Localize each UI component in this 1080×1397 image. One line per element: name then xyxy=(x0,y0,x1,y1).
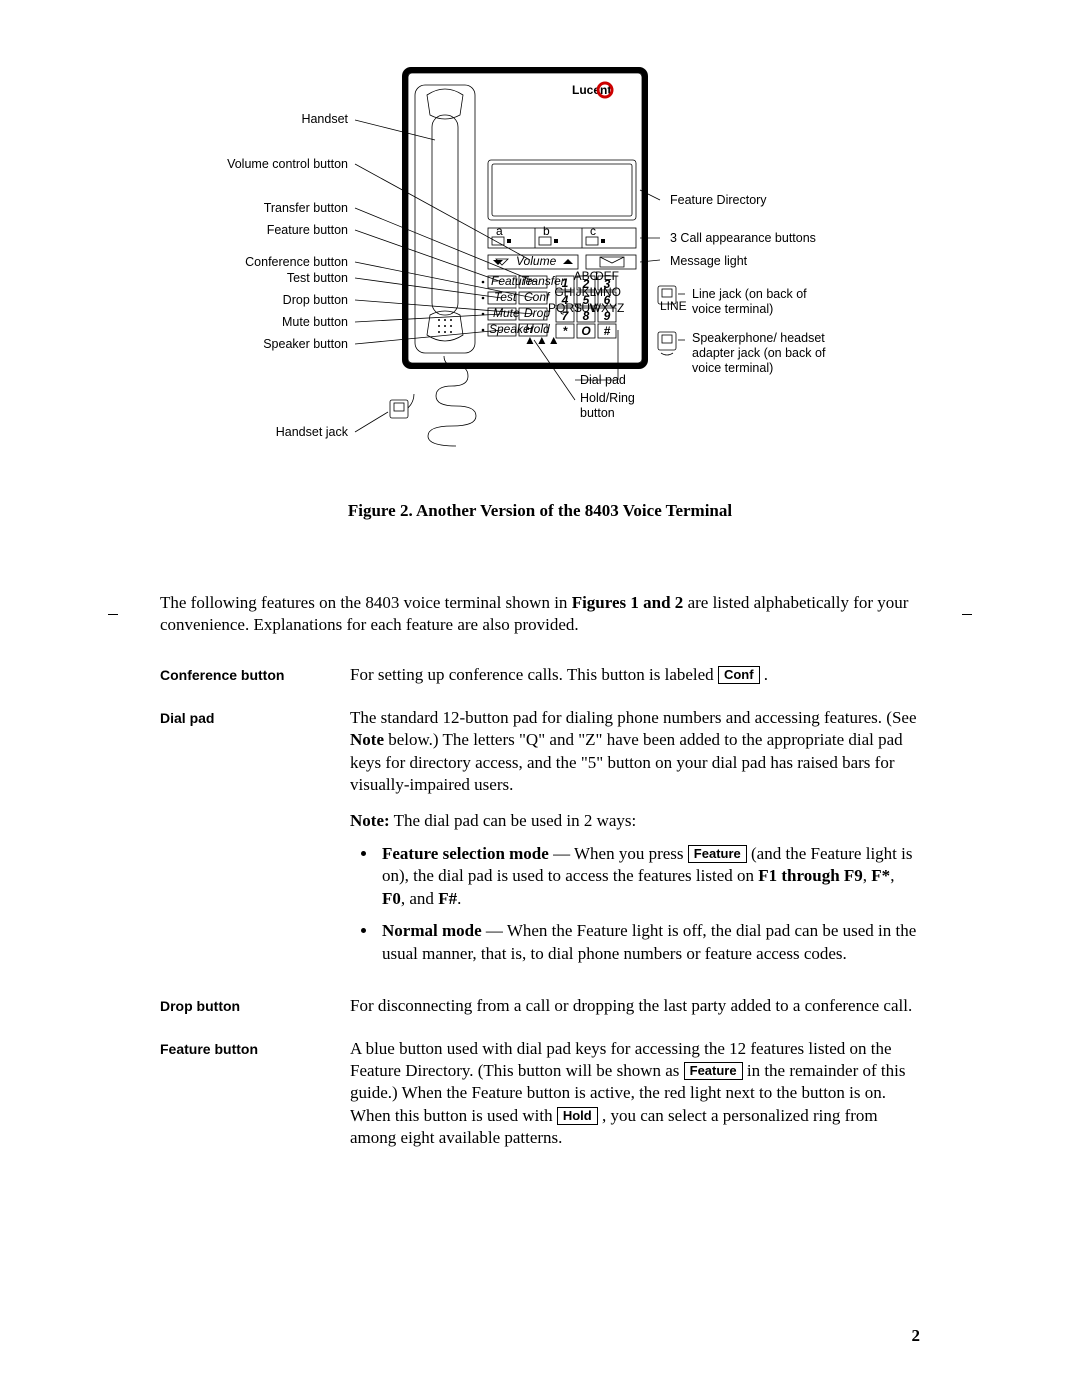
lbl-handset: Handset xyxy=(301,112,348,127)
lbl-conference: Conference button xyxy=(245,255,348,270)
figure-caption: Figure 2. Another Version of the 8403 Vo… xyxy=(160,500,920,522)
brand-text: Lucent xyxy=(572,83,611,97)
lbl-message-light: Message light xyxy=(670,254,747,269)
lbl-speaker: Speaker button xyxy=(263,337,348,352)
phone-svg: Lucent a xyxy=(180,60,900,480)
row-drop-desc: For disconnecting from a call or droppin… xyxy=(350,995,920,1017)
lbl-drop: Drop button xyxy=(283,293,348,308)
svg-text:O: O xyxy=(581,324,591,338)
svg-text:#: # xyxy=(604,324,611,338)
lbl-call-appearance: 3 Call appearance buttons xyxy=(670,231,816,246)
svg-text:LINE: LINE xyxy=(660,299,687,313)
key-feature-1: Feature xyxy=(688,845,747,863)
handset-cord xyxy=(428,356,476,446)
page-number: 2 xyxy=(912,1325,921,1347)
svg-text:8: 8 xyxy=(583,309,590,323)
row-drop-name: Drop button xyxy=(160,995,350,1017)
key-feature-2: Feature xyxy=(684,1062,743,1080)
key-hold: Hold xyxy=(557,1107,598,1125)
lbl-spk-jack: Speakerphone/ headset adapter jack (on b… xyxy=(692,331,832,376)
lbl-dial-pad: Dial pad xyxy=(580,373,626,388)
crop-mark xyxy=(962,614,972,615)
key-conf: Conf xyxy=(718,666,760,684)
lbl-feature: Feature button xyxy=(267,223,348,238)
lbl-feature-directory: Feature Directory xyxy=(670,193,767,208)
lbl-mute: Mute button xyxy=(282,315,348,330)
lbl-transfer: Transfer button xyxy=(264,201,348,216)
lbl-line-jack: Line jack (on back of voice terminal) xyxy=(692,287,832,317)
svg-text:Drop: Drop xyxy=(524,306,550,320)
svg-text:Mute: Mute xyxy=(493,306,520,320)
row-dialpad-name: Dial pad xyxy=(160,707,350,975)
row-feature-desc: A blue button used with dial pad keys fo… xyxy=(350,1038,920,1150)
svg-text:▲▲▲: ▲▲▲ xyxy=(524,333,560,347)
feature-table: Conference button For setting up confere… xyxy=(160,664,920,1149)
lbl-hold-ring: Hold/Ring button xyxy=(580,391,660,421)
row-conference-desc: For setting up conference calls. This bu… xyxy=(350,664,920,686)
svg-text:a: a xyxy=(496,224,503,238)
lbl-volume: Volume control button xyxy=(227,157,348,172)
bullet-normal-mode: Normal mode — When the Feature light is … xyxy=(378,920,920,965)
svg-text:9: 9 xyxy=(604,309,611,323)
row-conference-name: Conference button xyxy=(160,664,350,686)
lbl-handset-jack: Handset jack xyxy=(276,425,348,440)
phone-diagram: Lucent a xyxy=(180,60,900,480)
intro-paragraph: The following features on the 8403 voice… xyxy=(160,592,920,636)
svg-text:*: * xyxy=(563,324,569,338)
page: Lucent a xyxy=(0,0,1080,1397)
crop-mark xyxy=(108,614,118,615)
handset-speaker-dots xyxy=(438,319,452,333)
svg-text:b: b xyxy=(543,224,550,238)
lbl-test: Test button xyxy=(287,271,348,286)
figure-block: Lucent a xyxy=(160,60,920,522)
svg-text:c: c xyxy=(590,224,596,238)
row-feature-name: Feature button xyxy=(160,1038,350,1150)
row-dialpad-desc: The standard 12-button pad for dialing p… xyxy=(350,707,920,975)
bullet-feature-mode: Feature selection mode — When you press … xyxy=(378,843,920,910)
